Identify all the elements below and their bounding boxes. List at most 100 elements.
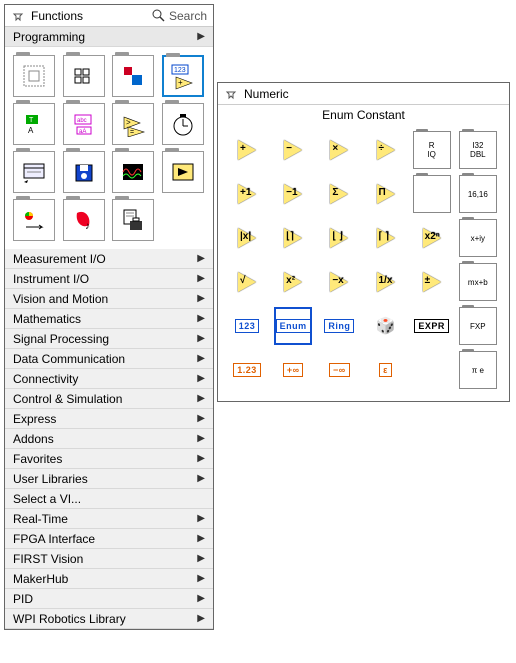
numeric-sq[interactable] bbox=[274, 263, 312, 301]
numeric-enum-const[interactable]: Enum bbox=[274, 307, 312, 345]
numeric-compound[interactable] bbox=[413, 175, 451, 213]
numeric-random[interactable]: 🎲 bbox=[367, 307, 405, 345]
category-pid[interactable]: PID▶ bbox=[5, 589, 213, 609]
category-express[interactable]: Express▶ bbox=[5, 409, 213, 429]
category-label: Favorites bbox=[13, 452, 62, 466]
numeric-neg-inf[interactable]: −∞ bbox=[320, 351, 358, 389]
svg-text:T: T bbox=[29, 117, 34, 124]
numeric-eps[interactable]: ε bbox=[367, 351, 405, 389]
numeric-sign[interactable] bbox=[413, 263, 451, 301]
numeric-sum[interactable] bbox=[320, 175, 358, 213]
numeric-dec[interactable] bbox=[274, 175, 312, 213]
category-label: Instrument I/O bbox=[13, 272, 89, 286]
numeric-num-const[interactable]: 123 bbox=[228, 307, 266, 345]
chevron-right-icon: ▶ bbox=[197, 473, 205, 484]
numeric-scaling[interactable]: mx+b bbox=[459, 263, 497, 301]
category-select-a-vi-[interactable]: Select a VI... bbox=[5, 489, 213, 509]
numeric-ring-const[interactable]: Ring bbox=[320, 307, 358, 345]
chevron-right-icon: ▶ bbox=[197, 433, 205, 444]
numeric-highlighted-label: Enum Constant bbox=[218, 105, 509, 125]
numeric-complex[interactable]: x+iy bbox=[459, 219, 497, 257]
category-first-vision[interactable]: FIRST Vision▶ bbox=[5, 549, 213, 569]
category-programming[interactable]: Programming ▶ bbox=[5, 27, 213, 47]
programming-icon-grid: 123+ TA abcaA >= ♪ bbox=[5, 47, 213, 249]
array-icon[interactable] bbox=[63, 55, 105, 97]
numeric-math-const[interactable]: π e bbox=[459, 351, 497, 389]
category-signal-processing[interactable]: Signal Processing▶ bbox=[5, 329, 213, 349]
chevron-right-icon: ▶ bbox=[197, 353, 205, 364]
numeric-data-manip[interactable]: 16,16 bbox=[459, 175, 497, 213]
numeric-mul[interactable] bbox=[320, 131, 358, 169]
category-user-libraries[interactable]: User Libraries▶ bbox=[5, 469, 213, 489]
chevron-right-icon: ▶ bbox=[197, 553, 205, 564]
numeric-div[interactable] bbox=[367, 131, 405, 169]
category-list: Measurement I/O▶ Instrument I/O ▶ Vision an… bbox=[5, 249, 213, 629]
category-label: Express bbox=[13, 412, 56, 426]
category-fpga-interface[interactable]: FPGA Interface▶ bbox=[5, 529, 213, 549]
pin-icon[interactable] bbox=[224, 87, 238, 101]
category-data-communication[interactable]: Data Communication ▶ bbox=[5, 349, 213, 369]
numeric-prod[interactable] bbox=[367, 175, 405, 213]
chevron-right-icon: ▶ bbox=[197, 273, 205, 284]
category-label: Signal Processing bbox=[13, 332, 109, 346]
category-makerhub[interactable]: MakerHub▶ bbox=[5, 569, 213, 589]
boolean-icon[interactable]: TA bbox=[13, 103, 55, 145]
category-real-time[interactable]: Real-Time▶ bbox=[5, 509, 213, 529]
numeric-icon[interactable]: 123+ bbox=[162, 55, 204, 97]
category-label: Connectivity bbox=[13, 372, 78, 386]
numeric-expr-node[interactable]: EXPR bbox=[413, 307, 451, 345]
numeric-fixed-point[interactable]: FXP bbox=[459, 307, 497, 345]
numeric-conversion[interactable]: I32 DBL bbox=[459, 131, 497, 169]
cluster-icon[interactable] bbox=[112, 55, 154, 97]
numeric-dbl-const[interactable]: 1.23 bbox=[228, 351, 266, 389]
svg-text:abc: abc bbox=[77, 118, 87, 124]
numeric-sqrt[interactable] bbox=[228, 263, 266, 301]
category-vision-and-motion[interactable]: Vision and Motion▶ bbox=[5, 289, 213, 309]
chevron-right-icon: ▶ bbox=[197, 393, 205, 404]
category-label: Mathematics bbox=[13, 312, 81, 326]
waveform-icon[interactable] bbox=[112, 151, 154, 193]
numeric-quot-rem[interactable]: R IQ bbox=[413, 131, 451, 169]
numeric-add[interactable] bbox=[228, 131, 266, 169]
comparison-icon[interactable]: >= bbox=[112, 103, 154, 145]
category-label: Data Communication bbox=[13, 352, 125, 366]
category-favorites[interactable]: Favorites▶ bbox=[5, 449, 213, 469]
category-label: WPI Robotics Library bbox=[13, 612, 126, 626]
numeric-pos-inf[interactable]: +∞ bbox=[274, 351, 312, 389]
category-measurement-i-o[interactable]: Measurement I/O▶ bbox=[5, 249, 213, 269]
category-addons[interactable]: Addons ▶ bbox=[5, 429, 213, 449]
empty-cell bbox=[162, 199, 204, 241]
category-connectivity[interactable]: Connectivity▶ bbox=[5, 369, 213, 389]
category-label: Vision and Motion bbox=[13, 292, 108, 306]
dialog-icon[interactable] bbox=[13, 151, 55, 193]
string-icon[interactable]: abcaA bbox=[63, 103, 105, 145]
numeric-sub[interactable] bbox=[274, 131, 312, 169]
numeric-round[interactable] bbox=[274, 219, 312, 257]
category-wpi-robotics-library[interactable]: WPI Robotics Library▶ bbox=[5, 609, 213, 629]
category-label: Addons bbox=[13, 432, 54, 446]
category-mathematics[interactable]: Mathematics▶ bbox=[5, 309, 213, 329]
category-instrument-i-o[interactable]: Instrument I/O ▶ bbox=[5, 269, 213, 289]
category-control-simulation[interactable]: Control & Simulation ▶ bbox=[5, 389, 213, 409]
numeric-floor[interactable] bbox=[320, 219, 358, 257]
pin-icon[interactable] bbox=[11, 9, 25, 23]
graphics-icon[interactable]: ♪ bbox=[63, 199, 105, 241]
structures-icon[interactable] bbox=[13, 55, 55, 97]
search-icon bbox=[152, 9, 166, 23]
search-button[interactable]: Search bbox=[152, 9, 207, 23]
numeric-scale2[interactable] bbox=[413, 219, 451, 257]
report-icon[interactable] bbox=[112, 199, 154, 241]
search-label: Search bbox=[169, 9, 207, 23]
numeric-recip[interactable] bbox=[367, 263, 405, 301]
category-label: Control & Simulation bbox=[13, 392, 122, 406]
numeric-neg[interactable] bbox=[320, 263, 358, 301]
category-label: Programming bbox=[13, 30, 85, 44]
palette-title: Functions bbox=[31, 9, 146, 23]
timing-icon[interactable] bbox=[162, 103, 204, 145]
numeric-inc[interactable] bbox=[228, 175, 266, 213]
numeric-abs[interactable] bbox=[228, 219, 266, 257]
sync-icon[interactable] bbox=[13, 199, 55, 241]
numeric-ceil[interactable] bbox=[367, 219, 405, 257]
app-control-icon[interactable] bbox=[162, 151, 204, 193]
file-io-icon[interactable] bbox=[63, 151, 105, 193]
